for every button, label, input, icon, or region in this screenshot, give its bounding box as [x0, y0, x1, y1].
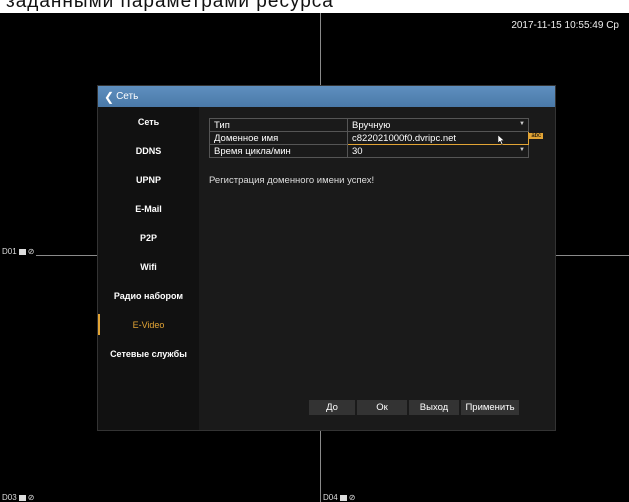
cycle-time-label: Время цикла/мин [209, 144, 348, 158]
settings-sidebar: Сеть DDNS UPNP E-Mail P2P Wifi Радио наб… [98, 107, 199, 430]
dialog-title-bar: ❮ Сеть [98, 86, 555, 107]
dropdown-arrow-icon: ▼ [519, 121, 525, 127]
camera-label-text: D01 [2, 247, 17, 256]
settings-content: Тип Вручную ▼ Доменное имя c822021000f0.… [199, 107, 555, 430]
sidebar-item-network[interactable]: Сеть [98, 107, 199, 136]
sidebar-item-label: Сетевые службы [110, 348, 187, 359]
up-button[interactable]: До [309, 400, 355, 415]
sidebar-item-dialup[interactable]: Радио набором [98, 281, 199, 310]
table-row: Доменное имя c822021000f0.dvripc.net abc [209, 131, 543, 145]
sidebar-item-email[interactable]: E-Mail [98, 194, 199, 223]
top-banner: заданными параметрами ресурса [0, 0, 629, 13]
camera-label-text: D03 [2, 493, 17, 502]
sidebar-item-p2p[interactable]: P2P [98, 223, 199, 252]
cycle-time-value: 30 [352, 145, 363, 157]
sidebar-item-label: Сеть [137, 116, 160, 127]
back-chevron-icon[interactable]: ❮ [104, 90, 114, 104]
camera-label-d03: D03 ⊘ [0, 493, 37, 502]
motion-icon: ⊘ [27, 247, 35, 256]
ok-button[interactable]: Ок [357, 400, 407, 415]
dropdown-arrow-icon: ▼ [519, 147, 525, 153]
settings-table: Тип Вручную ▼ Доменное имя c822021000f0.… [209, 118, 543, 158]
top-banner-text: заданными параметрами ресурса [6, 0, 334, 12]
sidebar-item-label: P2P [139, 232, 157, 243]
motion-icon: ⊘ [348, 493, 356, 502]
domain-name-value: c822021000f0.dvripc.net [352, 132, 457, 144]
sidebar-item-label: E-Mail [135, 203, 162, 214]
sidebar-item-label: DDNS [135, 145, 162, 156]
type-label: Тип [209, 118, 348, 132]
record-icon [18, 494, 26, 501]
sidebar-item-label: UPNP [135, 174, 161, 185]
button-row: До Ок Выход Применить [309, 400, 519, 415]
type-value: Вручную [352, 119, 391, 131]
camera-label-text: D04 [323, 493, 338, 502]
network-settings-dialog: ❮ Сеть Сеть DDNS UPNP E-Mail P2P Wifi Ра… [97, 85, 556, 431]
sidebar-item-wifi[interactable]: Wifi [98, 252, 199, 281]
camera-label-d01: D01 ⊘ [0, 247, 37, 256]
type-select[interactable]: Вручную ▼ [347, 118, 529, 132]
timestamp: 2017-11-15 10:55:49 Ср [511, 20, 619, 31]
motion-icon: ⊘ [27, 493, 35, 502]
record-icon [339, 494, 347, 501]
record-icon [18, 248, 26, 255]
domain-name-input[interactable]: c822021000f0.dvripc.net abc [347, 131, 543, 145]
sidebar-item-label: Wifi [140, 261, 157, 272]
sidebar-item-label: E-Video [132, 319, 165, 330]
dialog-title: Сеть [116, 91, 139, 102]
sidebar-item-ddns[interactable]: DDNS [98, 136, 199, 165]
table-row: Тип Вручную ▼ [209, 118, 529, 132]
camera-label-d04: D04 ⊘ [321, 493, 358, 502]
cycle-time-select[interactable]: 30 ▼ [347, 144, 529, 158]
sidebar-item-label: Радио набором [113, 290, 184, 301]
apply-button[interactable]: Применить [461, 400, 519, 415]
sidebar-item-evideo[interactable]: E-Video [98, 310, 199, 339]
domain-name-label: Доменное имя [209, 131, 348, 145]
table-row: Время цикла/мин 30 ▼ [209, 144, 529, 158]
sidebar-item-upnp[interactable]: UPNP [98, 165, 199, 194]
input-mode-badge: abc [529, 133, 543, 139]
status-message: Регистрация доменного имени успех! [209, 175, 375, 186]
mouse-pointer-icon [498, 135, 505, 145]
exit-button[interactable]: Выход [409, 400, 459, 415]
sidebar-item-network-services[interactable]: Сетевые службы [98, 339, 199, 368]
